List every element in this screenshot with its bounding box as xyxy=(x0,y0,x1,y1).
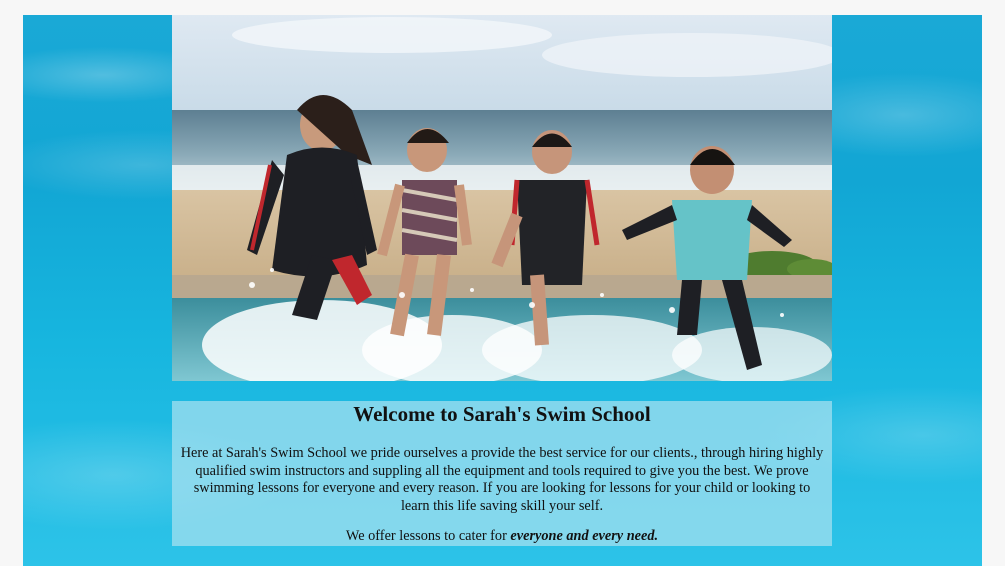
intro-text-1: Here at Sarah's Swim School we pride our… xyxy=(180,445,824,479)
offer-emphasis: everyone and every need. xyxy=(510,528,659,544)
welcome-panel: Welcome to Sarah's Swim School Here at S… xyxy=(172,401,832,546)
offer-paragraph: We offer lessons to cater for everyone a… xyxy=(172,528,832,546)
hero-image xyxy=(172,15,832,381)
intro-paragraph: Here at Sarah's Swim School we pride our… xyxy=(172,445,832,515)
page-title: Welcome to Sarah's Swim School xyxy=(353,402,651,426)
offer-prefix: We offer lessons to cater for xyxy=(345,528,511,544)
